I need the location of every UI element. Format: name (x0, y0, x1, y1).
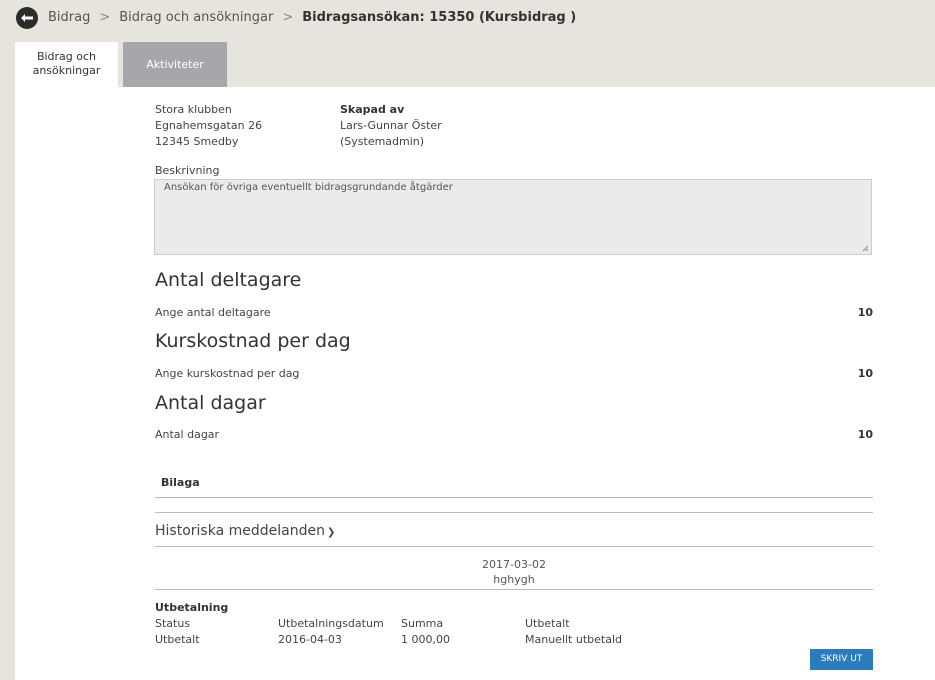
created-by-role: (Systemadmin) (340, 135, 425, 148)
history-toggle[interactable]: Historiska meddelanden ❯ (155, 523, 335, 539)
breadcrumb-bidrag-och-ansokningar[interactable]: Bidrag och ansökningar (119, 10, 273, 25)
payment-cell-sum: 1 000,00 (401, 633, 450, 646)
payment-heading: Utbetalning (155, 601, 229, 614)
breadcrumb: Bidrag > Bidrag och ansökningar > Bidragsans… (48, 10, 576, 25)
description-textarea[interactable]: Ansökan för övriga eventuellt bidragsgru… (154, 179, 872, 255)
divider (155, 497, 873, 498)
field-label-kurskostnad: Ange kurskostnad per dag (155, 367, 300, 380)
breadcrumb-current: Bidragsansökan: 15350 (Kursbidrag ) (302, 10, 577, 25)
payment-cell-paid: Manuellt utbetald (525, 633, 622, 646)
divider (155, 512, 873, 513)
section-heading-antal-deltagare: Antal deltagare (155, 269, 302, 291)
chevron-down-icon: ❯ (326, 527, 336, 538)
created-by-name: Lars-Gunnar Öster (340, 119, 442, 132)
history-message: 2017-03-02 hghygh (155, 557, 873, 587)
history-heading: Historiska meddelanden (155, 523, 325, 539)
payment-column-paid: Utbetalt Manuellt utbetald (525, 616, 622, 648)
applicant-street: Egnahemsgatan 26 (155, 119, 263, 132)
section-heading-antal-dagar: Antal dagar (155, 392, 266, 414)
back-arrow-icon[interactable] (16, 7, 38, 29)
divider (155, 546, 873, 547)
field-label-antal-dagar: Antal dagar (155, 428, 220, 441)
resize-grip-icon[interactable] (862, 245, 869, 252)
payment-column-date: Utbetalningsdatum 2016-04-03 (278, 616, 384, 648)
applicant-name: Stora klubben (155, 103, 232, 116)
field-value-kurskostnad: 10 (857, 367, 873, 380)
tab-label-line1: Bidrag och (36, 50, 97, 63)
print-button[interactable]: SKRIV UT (810, 649, 873, 670)
payment-header-date: Utbetalningsdatum (278, 617, 384, 630)
breadcrumb-separator: > (282, 10, 294, 25)
payment-cell-date: 2016-04-03 (278, 633, 342, 646)
breadcrumb-bidrag[interactable]: Bidrag (48, 10, 90, 25)
section-heading-kurskostnad: Kurskostnad per dag (155, 330, 351, 352)
divider (155, 589, 873, 590)
header: Bidrag > Bidrag och ansökningar > Bidragsans… (0, 0, 935, 38)
description-label: Beskrivning (155, 164, 220, 177)
applicant-postal: 12345 Smedby (155, 135, 239, 148)
payment-cell-status: Utbetalt (155, 633, 200, 646)
breadcrumb-separator: > (99, 10, 111, 25)
payment-header-paid: Utbetalt (525, 617, 570, 630)
history-message-date: 2017-03-02 (482, 558, 546, 571)
applicant-address: Stora klubben Egnahemsgatan 26 12345 Sme… (155, 102, 262, 150)
created-by-heading: Skapad av (340, 103, 405, 116)
field-value-antal-dagar: 10 (857, 428, 873, 441)
field-value-antal-deltagare: 10 (857, 306, 873, 319)
created-by: Skapad av Lars-Gunnar Öster (Systemadmin… (340, 102, 442, 150)
attachment-heading: Bilaga (161, 476, 200, 489)
content-panel (15, 87, 935, 680)
history-message-text: hghygh (493, 573, 535, 586)
tab-label-line2: ansökningar (32, 64, 101, 77)
tab-bidrag-och-ansokningar[interactable]: Bidrag och ansökningar (15, 42, 118, 87)
payment-column-status: Status Utbetalt (155, 616, 200, 648)
description-text: Ansökan för övriga eventuellt bidragsgru… (164, 182, 453, 193)
payment-header-sum: Summa (401, 617, 444, 630)
payment-header-status: Status (155, 617, 191, 630)
field-label-antal-deltagare: Ange antal deltagare (155, 306, 271, 319)
tab-aktiviteter[interactable]: Aktiviteter (123, 42, 227, 87)
payment-column-sum: Summa 1 000,00 (401, 616, 450, 648)
